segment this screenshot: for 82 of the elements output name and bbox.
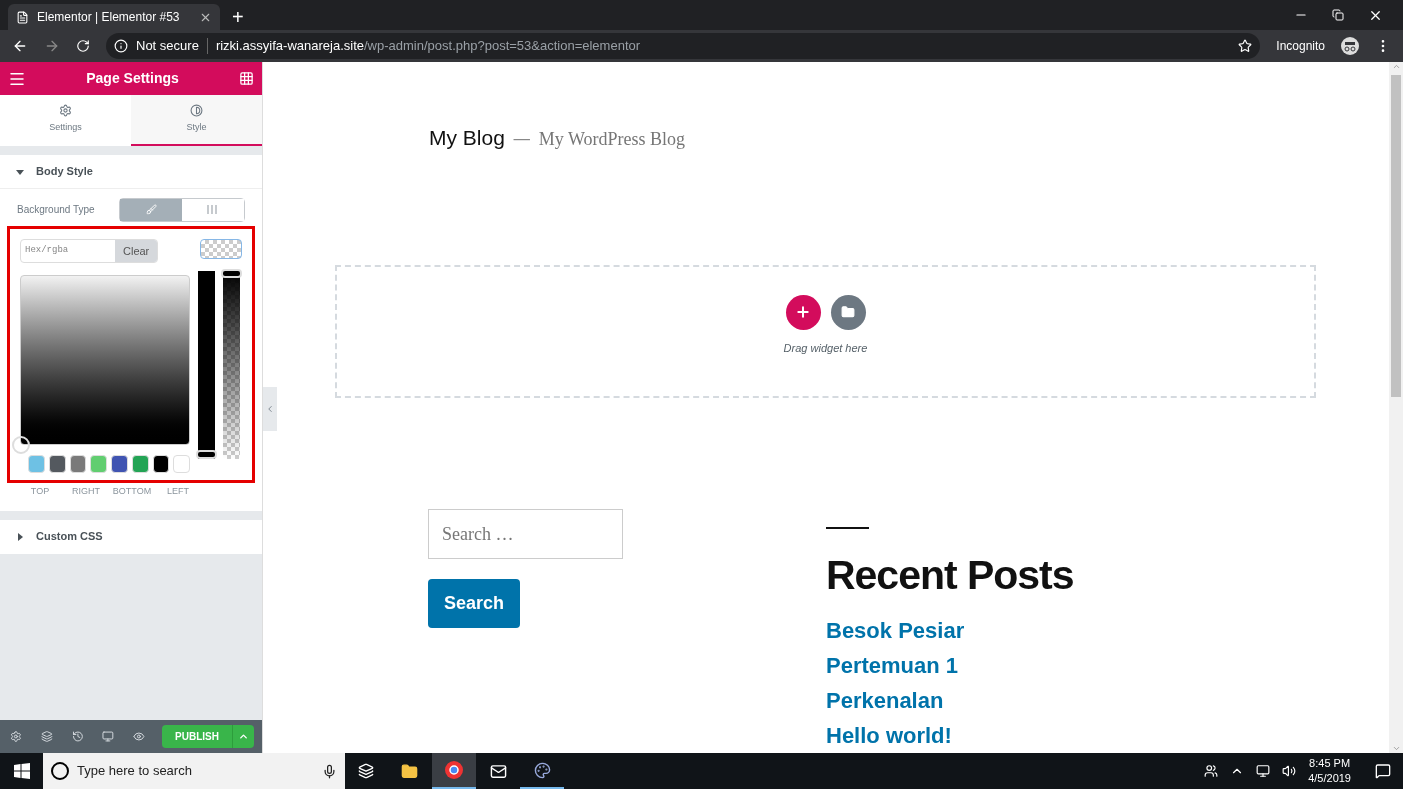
clock[interactable]: 8:45 PM 4/5/2019 — [1308, 756, 1351, 786]
forward-icon[interactable] — [44, 38, 60, 54]
network-icon[interactable] — [1256, 764, 1271, 778]
section-title: Custom CSS — [36, 529, 103, 545]
profile-label: Incognito — [1276, 38, 1325, 55]
color-handle[interactable] — [12, 436, 30, 454]
brush-icon — [145, 204, 157, 215]
desktop-icon[interactable] — [102, 730, 115, 743]
current-color-preview[interactable] — [200, 239, 242, 259]
dimension-label: LEFT — [166, 485, 190, 498]
reload-icon[interactable] — [76, 39, 90, 53]
hue-slider-handle[interactable] — [196, 450, 217, 459]
color-swatch[interactable] — [48, 455, 66, 473]
color-swatch[interactable] — [152, 455, 170, 473]
taskbar-search-field[interactable]: Type here to search — [43, 753, 345, 789]
caret-up-icon — [238, 731, 249, 742]
caret-right-icon — [16, 532, 24, 541]
new-tab-button[interactable]: + — [220, 4, 256, 30]
address-bar[interactable]: Not secure rizki.assyifa-wanareja.site/wp-admin/post.php?post=53&action=elementor — [106, 33, 1261, 59]
recent-posts-heading: Recent Posts — [826, 551, 1074, 600]
windows-logo-icon[interactable] — [13, 763, 30, 779]
title-separator: — — [512, 127, 531, 151]
layers-icon[interactable] — [40, 730, 53, 743]
settings-icon[interactable] — [10, 730, 22, 743]
section-header[interactable]: Body Style — [0, 155, 262, 189]
saturation-area[interactable] — [20, 275, 190, 445]
panel-tab[interactable]: Style — [131, 95, 262, 146]
section-header[interactable]: Custom CSS — [0, 519, 262, 554]
browser-tab[interactable]: Elementor | Elementor #53 — [8, 4, 220, 30]
page-icon — [16, 10, 29, 24]
folder-icon — [841, 305, 855, 319]
plus-icon — [795, 304, 811, 320]
microphone-icon[interactable] — [322, 763, 337, 779]
bookmark-star-icon[interactable] — [1238, 39, 1253, 53]
browser-app-icon[interactable] — [432, 753, 476, 789]
color-swatch[interactable] — [111, 455, 128, 473]
chevron-left-icon — [265, 404, 275, 414]
site-title[interactable]: My Blog — [429, 122, 505, 154]
section-title: Body Style — [36, 164, 93, 180]
url-text: rizki.assyifa-wanareja.site/wp-admin/post.php?post=53&action=elementor — [215, 37, 641, 56]
security-label: Not secure — [136, 37, 199, 56]
apps-grid-icon[interactable] — [239, 71, 254, 86]
dimension-label: RIGHT — [71, 485, 101, 498]
history-icon[interactable] — [71, 730, 84, 743]
people-icon[interactable] — [1204, 764, 1219, 778]
hue-slider[interactable] — [198, 271, 215, 459]
site-tagline: My WordPress Blog — [538, 128, 686, 151]
search-button[interactable]: Search — [428, 579, 520, 628]
alpha-slider[interactable] — [223, 271, 240, 459]
post-link[interactable]: Perkenalan — [826, 683, 1074, 718]
color-input-field[interactable]: Hex/rgba Clear — [20, 239, 159, 263]
clear-button[interactable]: Clear — [115, 240, 158, 262]
dimension-label: TOP — [29, 485, 51, 498]
eye-icon[interactable] — [133, 730, 145, 743]
post-link[interactable]: Besok Pesiar — [826, 613, 1074, 648]
post-link[interactable]: Hello world! — [826, 718, 1074, 753]
info-icon — [114, 39, 128, 53]
notifications-icon[interactable] — [1375, 763, 1391, 779]
dimension-label: BOTTOM — [111, 485, 153, 498]
color-swatch[interactable] — [173, 455, 190, 473]
post-link[interactable]: Pertemuan 1 — [826, 648, 1074, 683]
search-field[interactable]: Search … — [428, 509, 623, 559]
tab-title: Elementor | Elementor #53 — [37, 9, 181, 26]
gear-icon — [59, 104, 72, 118]
speaker-icon[interactable] — [1282, 764, 1297, 778]
panel-title: Page Settings — [85, 69, 180, 88]
color-swatch[interactable] — [28, 455, 45, 473]
add-widget-button[interactable] — [785, 294, 821, 330]
drop-hint: Drag widget here — [783, 340, 868, 356]
field-label: Background Type — [17, 203, 96, 217]
incognito-icon — [1341, 37, 1359, 55]
half-circle-icon — [190, 104, 203, 118]
search-placeholder: Type here to search — [77, 762, 193, 781]
gradient-icon — [207, 205, 219, 214]
color-swatch[interactable] — [69, 455, 87, 473]
color-swatch[interactable] — [131, 455, 149, 473]
color-swatch[interactable] — [90, 455, 107, 473]
alpha-slider-handle[interactable] — [221, 269, 242, 278]
caret-down-icon — [16, 167, 24, 176]
restore-icon[interactable] — [1332, 9, 1344, 21]
template-library-button[interactable] — [830, 294, 866, 330]
back-icon[interactable] — [12, 38, 28, 54]
